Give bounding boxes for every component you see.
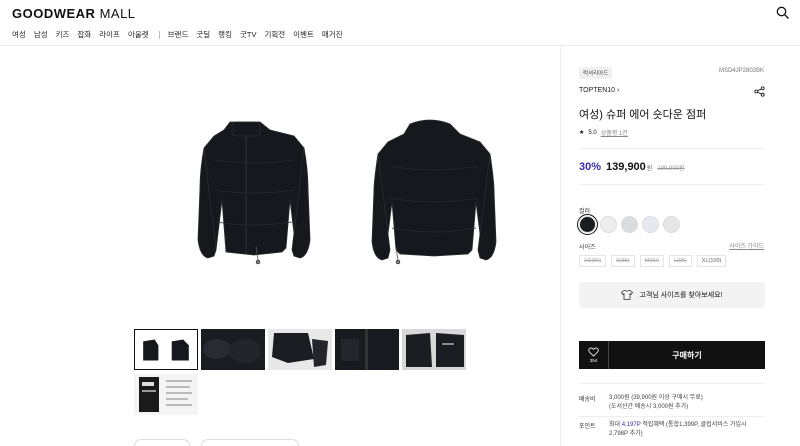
panel-divider xyxy=(560,46,561,446)
size-guide-link[interactable]: 사이즈 가이드 xyxy=(729,241,764,250)
size-options: XS(80) S(85) M(90) L(95) XL(100) xyxy=(579,255,727,267)
wish-count: 354 xyxy=(589,358,598,363)
logo-thin: MALL xyxy=(99,6,136,21)
section-divider xyxy=(579,416,765,417)
shipping-info: 배송비 3,000원 (39,900원 이상 구매시 무료) (도서산간 배송시 … xyxy=(579,394,703,412)
price-row: 30% 139,900 원 199,900원 xyxy=(579,161,685,173)
thumbnail-size-chart[interactable] xyxy=(134,374,198,415)
nav-item[interactable]: 여성 xyxy=(12,29,26,40)
nav-item[interactable]: 랭킹 xyxy=(218,29,232,40)
shipping-fee: 3,000원 (39,900원 이상 구매시 무료) xyxy=(609,395,703,401)
shipping-note: (도서산간 배송시 3,000원 추가) xyxy=(609,404,689,410)
bottom-tab-pill[interactable] xyxy=(201,439,299,446)
size-option[interactable]: M(90) xyxy=(639,255,664,267)
product-code: MSD4JP2802BK xyxy=(718,68,764,74)
wishlist-button[interactable]: 354 xyxy=(579,341,609,369)
tshirt-icon xyxy=(621,290,634,300)
nav-item[interactable]: 남성 xyxy=(34,29,48,40)
site-logo[interactable]: GOODWEAR MALL xyxy=(12,6,136,21)
thumbnail-detail-1[interactable] xyxy=(201,329,265,370)
discount-rate: 30% xyxy=(579,161,602,173)
shipping-label: 배송비 xyxy=(579,397,596,403)
nav-item[interactable]: 브랜드 xyxy=(168,29,189,40)
product-tag: 럭셔리아드 xyxy=(579,67,613,79)
product-title: 여성) 슈퍼 에어 숏다운 점퍼 xyxy=(579,109,707,121)
color-swatch[interactable] xyxy=(663,216,680,233)
nav-item[interactable]: 라이프 xyxy=(99,29,120,40)
nav-item[interactable]: 굿TV xyxy=(240,29,256,40)
point-prefix: 최대 xyxy=(609,422,621,428)
thumbnail-detail-2[interactable] xyxy=(268,329,332,370)
buy-button[interactable]: 구매하기 xyxy=(609,341,765,369)
nav-divider xyxy=(158,30,160,39)
size-option[interactable]: XL(100) xyxy=(696,255,727,267)
color-swatch[interactable] xyxy=(621,216,638,233)
star-icon: ★ xyxy=(579,130,585,136)
header-divider xyxy=(0,45,800,46)
color-swatch[interactable] xyxy=(577,214,598,235)
nav-item[interactable]: 키즈 xyxy=(56,29,70,40)
nav-item[interactable]: 기획전 xyxy=(264,29,285,40)
price-unit: 원 xyxy=(646,166,653,172)
nav-item[interactable]: 굿딜 xyxy=(196,29,210,40)
thumbnail-detail-3[interactable] xyxy=(335,329,399,370)
jacket-front-illustration xyxy=(197,121,311,265)
rating-row: ★ 5.0 상품평 1건 xyxy=(579,128,628,138)
nav-item[interactable]: 이벤트 xyxy=(293,29,314,40)
point-extra: 2,798P 추가) xyxy=(609,431,643,437)
product-main-image xyxy=(197,119,497,265)
brand-link[interactable]: TOPTEN10 › xyxy=(579,87,619,94)
thumbnail-detail-4[interactable] xyxy=(402,329,466,370)
point-label: 포인트 xyxy=(579,424,596,430)
color-swatches xyxy=(577,214,680,235)
section-divider xyxy=(579,383,765,384)
review-link[interactable]: 상품평 1건 xyxy=(601,128,628,137)
rating-value: 5.0 xyxy=(588,129,597,136)
nav-item[interactable]: 아울렛 xyxy=(128,29,149,40)
size-option[interactable]: L(95) xyxy=(668,255,692,267)
size-option[interactable]: S(85) xyxy=(611,255,635,267)
find-size-label: 고객님 사이즈를 찾아보세요! xyxy=(639,292,723,299)
bottom-tab-pill[interactable] xyxy=(134,439,190,446)
color-swatch[interactable] xyxy=(600,216,617,233)
purchase-bar: 354 구매하기 xyxy=(579,341,765,369)
find-size-button[interactable]: 고객님 사이즈를 찾아보세요! xyxy=(579,282,765,308)
jacket-back-illustration xyxy=(371,119,497,265)
color-label: 컬러 xyxy=(579,209,591,215)
share-icon[interactable] xyxy=(754,86,765,97)
original-price: 199,900원 xyxy=(657,166,685,172)
color-swatch[interactable] xyxy=(642,216,659,233)
point-detail: 적립혜택 (통합1,399P, 클럽서비스 가입시 xyxy=(642,422,747,428)
section-divider xyxy=(579,184,765,185)
point-value: 4,197P xyxy=(621,422,641,428)
nav-item[interactable]: 잡화 xyxy=(77,29,91,40)
thumbnail-front-back[interactable] xyxy=(134,329,198,370)
size-option[interactable]: XS(80) xyxy=(579,255,607,267)
main-nav: 여성 남성 키즈 잡화 라이프 아울렛 브랜드 굿딜 랭킹 굿TV 기획전 이벤… xyxy=(12,29,351,40)
sale-price: 139,900 xyxy=(606,161,646,173)
logo-bold: GOODWEAR xyxy=(12,6,96,21)
section-divider xyxy=(579,148,765,149)
heart-icon xyxy=(588,347,599,357)
search-icon[interactable] xyxy=(776,6,790,20)
size-label: 사이즈 xyxy=(579,245,596,251)
nav-item[interactable]: 매거진 xyxy=(322,29,343,40)
point-info: 포인트 최대 4,197P 적립혜택 (통합1,399P, 클럽서비스 가입시 2… xyxy=(579,421,747,439)
